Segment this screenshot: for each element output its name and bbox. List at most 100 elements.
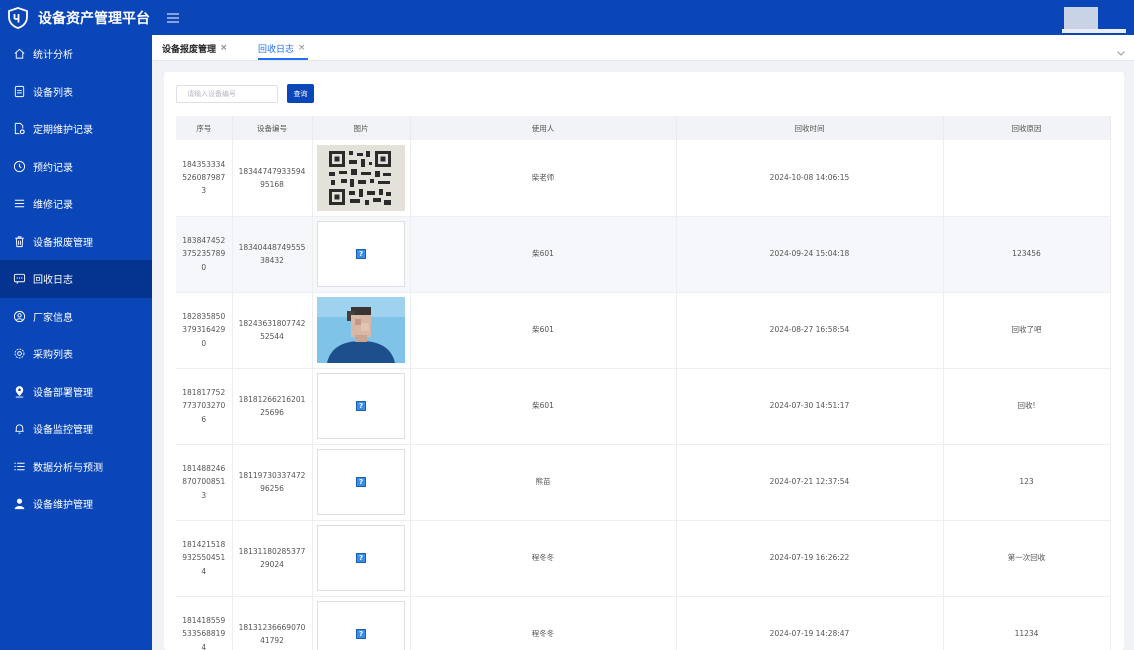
broken-image-icon: ?: [356, 629, 366, 639]
row-user: 熊苗: [410, 444, 677, 521]
sidebar-item-manufacturer-info[interactable]: 厂家信息: [0, 298, 152, 336]
table-row: 1838474523752357890 1834044874955538432 …: [176, 216, 1111, 293]
top-header: [152, 0, 1134, 35]
table-row: 1828358503793164290 1824363180774252544: [176, 292, 1111, 369]
sidebar-item-label: 数据分析与预测: [33, 462, 103, 474]
row-id: 1814185595335688194: [176, 596, 233, 650]
message-icon: [12, 272, 26, 286]
row-recycle-time: 2024-07-30 14:51:17: [676, 368, 944, 445]
document-icon: [12, 84, 26, 98]
device-image[interactable]: ?: [317, 373, 405, 439]
sidebar-item-label: 维修记录: [33, 200, 73, 212]
sidebar-item-label: 设备监控管理: [33, 425, 93, 437]
sidebar-item-maintenance-management[interactable]: 设备维护管理: [0, 485, 152, 523]
row-recycle-time: 2024-07-19 14:28:47: [676, 596, 944, 650]
column-header-image: 图片: [312, 116, 411, 140]
row-device-number: 1813123666907041792: [232, 596, 313, 650]
row-image-cell: ?: [312, 368, 411, 445]
column-header-device-number: 设备编号: [232, 116, 313, 140]
device-image[interactable]: ?: [317, 449, 405, 515]
tab-bar: 设备报废管理 × 回收日志 ×: [152, 35, 1134, 61]
sidebar-item-label: 采购列表: [33, 350, 73, 362]
column-header-index: 序号: [176, 116, 233, 140]
row-device-number: 1818126621620125696: [232, 368, 313, 445]
bullet-list-icon: [12, 459, 26, 473]
table-header-row: 序号 设备编号 图片 使用人 回收时间 回收原因: [176, 116, 1111, 140]
device-image[interactable]: ?: [317, 525, 405, 591]
row-user: 柴老师: [410, 140, 677, 217]
menu-toggle-icon[interactable]: [166, 10, 180, 24]
row-id: 1843533345260879873: [176, 140, 233, 217]
row-recycle-time: 2024-07-19 16:26:22: [676, 520, 944, 597]
broken-image-icon: ?: [356, 477, 366, 487]
sidebar-item-purchase-list[interactable]: 采购列表: [0, 335, 152, 373]
recycle-log-table: 序号 设备编号 图片 使用人 回收时间 回收原因 184353334526087…: [176, 116, 1111, 650]
row-device-number: 1834474793359495168: [232, 140, 313, 217]
chevron-down-icon[interactable]: [1116, 43, 1126, 56]
sidebar-item-scrap-management[interactable]: 设备报废管理: [0, 223, 152, 261]
row-id: 1838474523752357890: [176, 216, 233, 293]
sidebar-item-label: 设备维护管理: [33, 500, 93, 512]
table-row: 1814185595335688194 1813123666907041792 …: [176, 596, 1111, 650]
query-button[interactable]: 查询: [287, 84, 314, 103]
sidebar-item-monitoring-management[interactable]: 设备监控管理: [0, 410, 152, 448]
bell-icon: [12, 422, 26, 436]
row-user: 柴601: [410, 216, 677, 293]
sidebar-item-label: 定期维护记录: [33, 125, 93, 137]
sidebar-item-device-list[interactable]: 设备列表: [0, 73, 152, 111]
column-header-recycle-reason: 回收原因: [943, 116, 1111, 140]
person-photo-image[interactable]: [317, 297, 405, 363]
sidebar: 设备资产管理平台 统计分析 设备列表 定期维护记录 预约记录 维修记录 设备报废…: [0, 0, 152, 650]
main-content: 查询 序号 设备编号 图片 使用人 回收时间 回收原因 184353334526…: [164, 72, 1124, 650]
row-device-number: 1824363180774252544: [232, 292, 313, 369]
row-user: 柴601: [410, 368, 677, 445]
sidebar-item-label: 厂家信息: [33, 312, 73, 324]
row-recycle-time: 2024-08-27 16:58:54: [676, 292, 944, 369]
column-header-user: 使用人: [410, 116, 677, 140]
row-device-number: 1811973033747296256: [232, 444, 313, 521]
row-image-cell: ?: [312, 596, 411, 650]
qr-code-image[interactable]: [317, 144, 405, 211]
broken-image-icon: ?: [356, 249, 366, 259]
app-title: 设备资产管理平台: [38, 10, 150, 27]
column-header-recycle-time: 回收时间: [676, 116, 944, 140]
tab-label: 回收日志: [258, 44, 295, 55]
sidebar-item-maintenance-records[interactable]: 定期维护记录: [0, 110, 152, 148]
device-number-search-input[interactable]: [176, 85, 278, 103]
trash-icon: [12, 234, 26, 248]
table-row: 1814882468707008513 1811973033747296256 …: [176, 444, 1111, 521]
sidebar-item-repair-records[interactable]: 维修记录: [0, 185, 152, 223]
tab-scrap-management[interactable]: 设备报废管理 ×: [162, 35, 228, 61]
close-icon[interactable]: ×: [220, 43, 228, 53]
row-recycle-time: 2024-09-24 15:04:18: [676, 216, 944, 293]
row-id: 1814882468707008513: [176, 444, 233, 521]
device-image[interactable]: ?: [317, 221, 405, 287]
sidebar-item-statistics[interactable]: 统计分析: [0, 35, 152, 73]
sidebar-menu: 统计分析 设备列表 定期维护记录 预约记录 维修记录 设备报废管理 回收日志 厂…: [0, 35, 152, 523]
sidebar-item-recycle-log[interactable]: 回收日志: [0, 260, 152, 298]
row-image-cell: [312, 140, 411, 217]
active-tab-indicator: [258, 58, 308, 60]
row-device-number: 1813118028537729024: [232, 520, 313, 597]
close-icon[interactable]: ×: [298, 43, 306, 53]
list-icon: [12, 197, 26, 211]
sidebar-item-reservations[interactable]: 预约记录: [0, 148, 152, 186]
row-user: 程冬冬: [410, 520, 677, 597]
user-icon: [12, 497, 26, 511]
broken-image-icon: ?: [356, 401, 366, 411]
shield-logo-icon: [6, 6, 30, 30]
sidebar-item-deployment-management[interactable]: 设备部署管理: [0, 373, 152, 411]
table-row: 1814215189325504514 1813118028537729024 …: [176, 520, 1111, 597]
row-id: 1828358503793164290: [176, 292, 233, 369]
avatar[interactable]: [1064, 7, 1098, 29]
row-recycle-reason: 123456: [943, 216, 1111, 293]
sidebar-item-data-analysis[interactable]: 数据分析与预测: [0, 448, 152, 486]
row-id: 1818177527737032706: [176, 368, 233, 445]
row-image-cell: [312, 292, 411, 369]
sidebar-item-label: 设备列表: [33, 87, 73, 99]
app-logo: 设备资产管理平台: [0, 0, 152, 35]
sidebar-item-label: 统计分析: [33, 50, 73, 62]
settings-icon: [12, 347, 26, 361]
device-image[interactable]: ?: [317, 601, 405, 650]
row-recycle-reason: 回收了吧: [943, 292, 1111, 369]
